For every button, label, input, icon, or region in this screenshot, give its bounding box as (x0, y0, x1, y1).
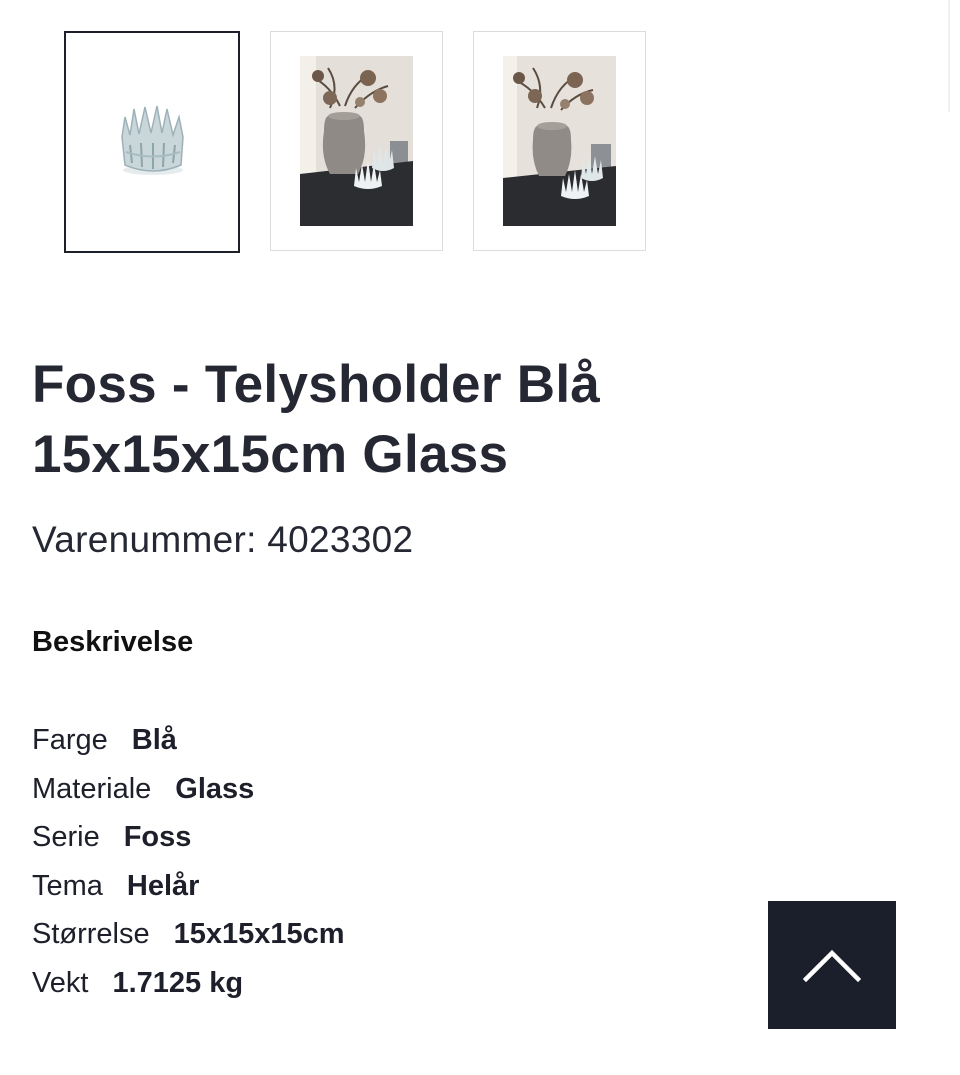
attribute-value: Glass (175, 772, 255, 805)
thumbnail-product[interactable] (64, 31, 240, 253)
attribute-label: Serie (32, 821, 100, 854)
attribute-value: Helår (126, 869, 200, 902)
attribute-label: Materiale (32, 772, 152, 805)
attribute-label: Vekt (32, 966, 89, 999)
attribute-value: Blå (131, 724, 177, 756)
thumbnail-lifestyle-1[interactable] (270, 31, 443, 251)
product-attributes: Farge Blå Materiale Glass Serie Foss Tema He… (32, 716, 345, 1008)
attribute-row-materiale: Materiale Glass (32, 765, 345, 814)
scrollbar-edge (948, 0, 950, 112)
product-sku: Varenummer: 4023302 (32, 519, 414, 560)
attribute-row-tema: Tema Helår (32, 862, 345, 911)
lifestyle-photo-image (503, 56, 616, 226)
attribute-row-farge: Farge Blå (32, 716, 345, 765)
attribute-value: 15x15x15cm (173, 918, 345, 951)
attribute-value: 1.7125 kg (112, 966, 244, 999)
lifestyle-photo-image (300, 56, 413, 226)
description-heading: Beskrivelse (32, 626, 194, 658)
attribute-row-storrelse: Størrelse 15x15x15cm (32, 910, 345, 959)
attribute-row-serie: Serie Foss (32, 813, 345, 862)
thumbnail-lifestyle-2[interactable] (473, 31, 646, 251)
attribute-label: Tema (32, 869, 103, 902)
chevron-up-icon (803, 949, 861, 982)
candle-holder-image (95, 57, 209, 227)
product-title: Foss - Telysholder Blå 15x15x15cm Glass (32, 355, 601, 484)
attribute-label: Størrelse (32, 918, 150, 951)
attribute-row-vekt: Vekt 1.7125 kg (32, 959, 345, 1008)
attribute-label: Farge (32, 724, 108, 756)
product-gallery-thumbnails (64, 31, 646, 253)
attribute-value: Foss (123, 821, 192, 854)
back-to-top-button[interactable] (768, 901, 896, 1029)
